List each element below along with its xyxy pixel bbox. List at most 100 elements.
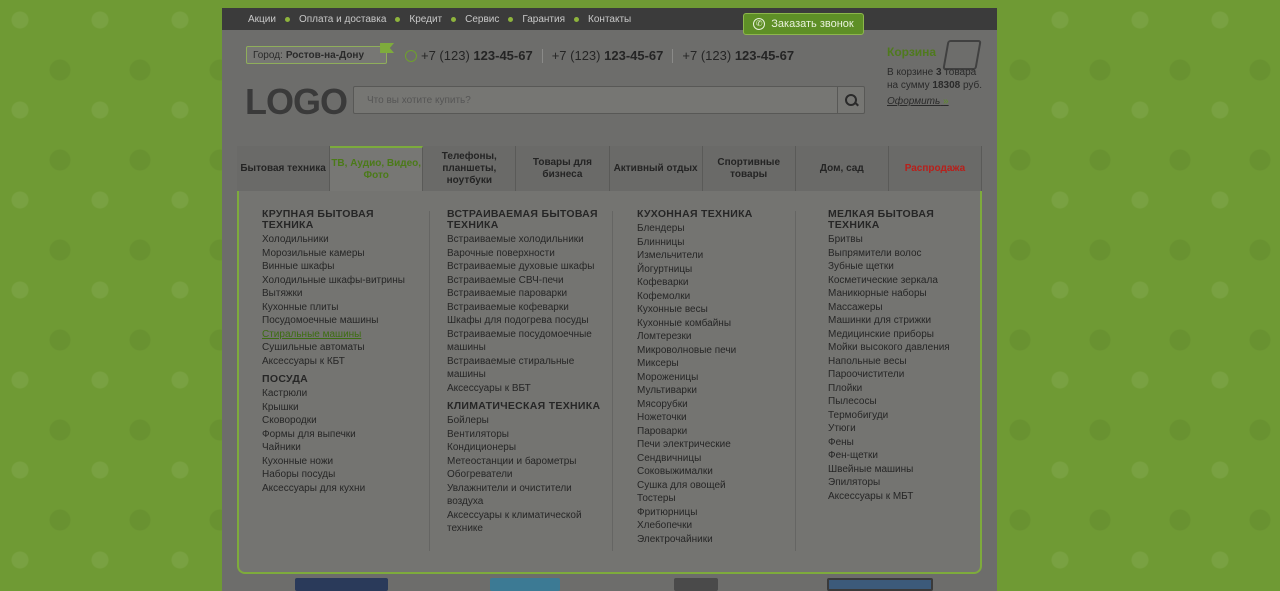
product-image[interactable] <box>827 578 933 591</box>
menu-link[interactable]: Утюги <box>828 422 978 436</box>
logo[interactable]: LOGO <box>245 81 348 123</box>
menu-link[interactable]: Крышки <box>262 401 427 415</box>
menu-link[interactable]: Фритюрницы <box>637 506 797 520</box>
menu-link[interactable]: Мультиварки <box>637 384 797 398</box>
menu-link[interactable]: Швейные машины <box>828 463 978 477</box>
phone-number-3[interactable]: +7 (123) 123-45-67 <box>682 48 794 63</box>
menu-link[interactable]: Кофемолки <box>637 290 797 304</box>
menu-link[interactable]: Блинницы <box>637 236 797 250</box>
menu-link[interactable]: Фены <box>828 436 978 450</box>
menu-link[interactable]: Пароочистители <box>828 368 978 382</box>
menu-link[interactable]: Кондиционеры <box>447 441 607 455</box>
topbar-link-label[interactable]: Гарантия <box>522 14 565 25</box>
menu-link[interactable]: Термобигуди <box>828 409 978 423</box>
menu-heading[interactable]: КУХОННАЯ ТЕХНИКА <box>637 209 797 220</box>
product-image[interactable] <box>674 578 718 591</box>
menu-link[interactable]: Массажеры <box>828 301 978 315</box>
menu-link[interactable]: Фен-щетки <box>828 449 978 463</box>
nav-tab[interactable]: Спортивные товары <box>703 146 796 191</box>
nav-tab[interactable]: ТВ, Аудио, Видео, Фото <box>330 146 424 191</box>
topbar-link-label[interactable]: Контакты <box>588 14 631 25</box>
menu-heading[interactable]: КРУПНАЯ БЫТОВАЯ ТЕХНИКА <box>262 209 427 231</box>
menu-link[interactable]: Аксессуары к ВБТ <box>447 382 607 396</box>
menu-heading[interactable]: КЛИМАТИЧЕСКАЯ ТЕХНИКА <box>447 401 607 412</box>
nav-tab[interactable]: Дом, сад <box>796 146 889 191</box>
nav-tab[interactable]: Распродажа <box>889 146 982 191</box>
menu-link[interactable]: Зубные щетки <box>828 260 978 274</box>
menu-link[interactable]: Соковыжималки <box>637 465 797 479</box>
menu-link[interactable]: Косметические зеркала <box>828 274 978 288</box>
menu-link[interactable]: Медицинские приборы <box>828 328 978 342</box>
topbar-link-label[interactable]: Кредит <box>409 14 442 25</box>
menu-link[interactable]: Маникюрные наборы <box>828 287 978 301</box>
menu-link[interactable]: Хлебопечки <box>637 519 797 533</box>
menu-link[interactable]: Печи электрические <box>637 438 797 452</box>
topbar-link-label[interactable]: Акции <box>248 14 276 25</box>
menu-link[interactable]: Посудомоечные машины <box>262 314 427 328</box>
menu-link[interactable]: Вытяжки <box>262 287 427 301</box>
menu-link[interactable]: Шкафы для подогрева посуды <box>447 314 607 328</box>
menu-link[interactable]: Пылесосы <box>828 395 978 409</box>
topbar-link-label[interactable]: Оплата и доставка <box>299 14 386 25</box>
menu-link[interactable]: Встраиваемые пароварки <box>447 287 607 301</box>
menu-link[interactable]: Кухонные ножи <box>262 455 427 469</box>
phone-number-1[interactable]: +7 (123) 123-45-67 <box>421 48 533 63</box>
menu-heading[interactable]: МЕЛКАЯ БЫТОВАЯ ТЕХНИКА <box>828 209 978 231</box>
menu-link[interactable]: Измельчители <box>637 249 797 263</box>
menu-link[interactable]: Встраиваемые духовые шкафы <box>447 260 607 274</box>
menu-link[interactable]: Кухонные плиты <box>262 301 427 315</box>
menu-link[interactable]: Кастрюли <box>262 387 427 401</box>
nav-tab[interactable]: Бытовая техника <box>237 146 331 191</box>
product-image[interactable] <box>490 578 560 591</box>
menu-link[interactable]: Плойки <box>828 382 978 396</box>
menu-link[interactable]: Бойлеры <box>447 414 607 428</box>
menu-link[interactable]: Винные шкафы <box>262 260 427 274</box>
menu-link[interactable]: Миксеры <box>637 357 797 371</box>
menu-link[interactable]: Мойки высокого давления <box>828 341 978 355</box>
menu-link[interactable]: Эпиляторы <box>828 476 978 490</box>
search-input[interactable]: Что вы хотите купить? <box>354 95 837 106</box>
menu-link[interactable]: Электрочайники <box>637 533 797 547</box>
menu-link[interactable]: Напольные весы <box>828 355 978 369</box>
nav-tab[interactable]: Товары для бизнеса <box>516 146 610 191</box>
menu-link[interactable]: Блендеры <box>637 222 797 236</box>
menu-link[interactable]: Аксессуары для кухни <box>262 482 427 496</box>
menu-link[interactable]: Встраиваемые стиральные машины <box>447 355 607 382</box>
search-button[interactable] <box>837 87 864 113</box>
checkout-link[interactable]: Оформить » <box>887 95 949 108</box>
nav-tab[interactable]: Активный отдых <box>610 146 703 191</box>
menu-link[interactable]: Наборы посуды <box>262 468 427 482</box>
callback-button[interactable]: ✆ Заказать звонок <box>743 13 864 35</box>
city-selector[interactable]: Город: Ростов-на-Дону <box>246 43 395 64</box>
menu-link[interactable]: Мороженицы <box>637 371 797 385</box>
menu-link[interactable]: Аксессуары к КБТ <box>262 355 427 369</box>
topbar-link-label[interactable]: Сервис <box>465 14 499 25</box>
menu-link[interactable]: Чайники <box>262 441 427 455</box>
menu-link[interactable]: Кухонные весы <box>637 303 797 317</box>
menu-link[interactable]: Встраиваемые СВЧ-печи <box>447 274 607 288</box>
menu-link[interactable]: Микроволновые печи <box>637 344 797 358</box>
menu-link[interactable]: Ломтерезки <box>637 330 797 344</box>
menu-link[interactable]: Йогуртницы <box>637 263 797 277</box>
menu-link[interactable]: Выпрямители волос <box>828 247 978 261</box>
menu-link[interactable]: Машинки для стрижки <box>828 314 978 328</box>
menu-link[interactable]: Кофеварки <box>637 276 797 290</box>
menu-heading[interactable]: ПОСУДА <box>262 374 427 385</box>
menu-link[interactable]: Формы для выпечки <box>262 428 427 442</box>
menu-link[interactable]: Встраиваемые кофеварки <box>447 301 607 315</box>
menu-link[interactable]: Морозильные камеры <box>262 247 427 261</box>
menu-heading[interactable]: ВСТРАИВАЕМАЯ БЫТОВАЯ ТЕХНИКА <box>447 209 607 231</box>
menu-link[interactable]: Сендвичницы <box>637 452 797 466</box>
menu-link[interactable]: Сушильные автоматы <box>262 341 427 355</box>
phone-number-2[interactable]: +7 (123) 123-45-67 <box>552 48 664 63</box>
menu-link[interactable]: Стиральные машины <box>262 328 427 342</box>
menu-link[interactable]: Вентиляторы <box>447 428 607 442</box>
menu-link[interactable]: Обогреватели <box>447 468 607 482</box>
menu-link[interactable]: Холодильные шкафы-витрины <box>262 274 427 288</box>
menu-link[interactable]: Кухонные комбайны <box>637 317 797 331</box>
menu-link[interactable]: Метеостанции и барометры <box>447 455 607 469</box>
nav-tab[interactable]: Телефоны, планшеты, ноутбуки <box>423 146 517 191</box>
menu-link[interactable]: Аксессуары к климатической технике <box>447 509 607 536</box>
menu-link[interactable]: Холодильники <box>262 233 427 247</box>
cart-icon[interactable] <box>942 40 982 70</box>
